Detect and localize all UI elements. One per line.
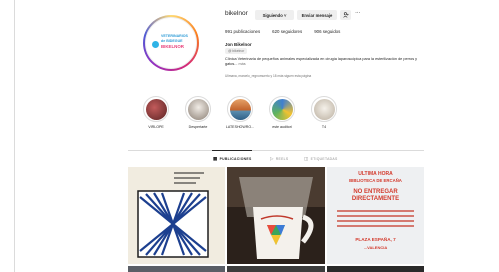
tab-reels-label: REELS bbox=[275, 157, 289, 161]
highlight-label: VIRLOPE bbox=[148, 125, 164, 129]
highlight-cover bbox=[187, 98, 209, 120]
more-options-icon[interactable]: ··· bbox=[355, 10, 360, 16]
highlight-circle bbox=[143, 96, 169, 122]
post-image bbox=[128, 167, 225, 264]
highlight-cover bbox=[229, 98, 251, 120]
tab-reels[interactable]: ▷ REELS bbox=[270, 156, 288, 162]
post-text-line: ULTIMA HORA bbox=[358, 171, 393, 177]
highlight-item[interactable]: VIRLOPE bbox=[141, 96, 171, 129]
post-text-line: NO ENTREGAR bbox=[353, 189, 398, 195]
post-text-line: DIRECTAMENTE bbox=[351, 196, 400, 202]
post-tile[interactable] bbox=[128, 167, 225, 264]
highlight-label: Despertarte bbox=[188, 125, 208, 129]
profile-stats: 991 publicaciones 620 seguidores 906 seg… bbox=[225, 29, 340, 34]
followers-count[interactable]: 620 seguidores bbox=[272, 29, 302, 34]
following-button[interactable]: Siguiendo ˅ bbox=[255, 10, 294, 20]
highlight-item[interactable]: T4 bbox=[309, 96, 339, 129]
threads-badge[interactable]: @ bikelnor bbox=[225, 48, 248, 54]
highlight-item[interactable]: este auditori bbox=[267, 96, 297, 129]
tagged-icon: ◫ bbox=[304, 156, 309, 161]
logo-mark-icon bbox=[152, 41, 159, 48]
highlight-circle bbox=[269, 96, 295, 122]
profile-username: bikelnor bbox=[225, 10, 248, 17]
post-tile[interactable] bbox=[327, 266, 424, 272]
post-text-line: PLAZA ESPAÑA, 7 bbox=[355, 237, 396, 242]
highlight-label: LATESHOWRO... bbox=[225, 125, 255, 129]
send-message-button[interactable]: Enviar mensaje bbox=[297, 10, 337, 20]
highlight-label: T4 bbox=[321, 125, 327, 129]
followed-by-text[interactable]: Ulimana, marcelo_regnomuerto y 18 más si… bbox=[225, 74, 311, 78]
tab-tagged-label: ETIQUETADAS bbox=[310, 157, 338, 161]
highlight-cover bbox=[271, 98, 293, 120]
grid-icon: ▦ bbox=[213, 156, 218, 161]
highlight-circle bbox=[311, 96, 337, 122]
tab-tagged[interactable]: ◫ ETIQUETADAS bbox=[304, 156, 338, 162]
highlight-circle bbox=[185, 96, 211, 122]
tab-posts[interactable]: ▦ PUBLICACIONES bbox=[213, 156, 252, 162]
post-text-line: ...VALENCIA bbox=[363, 245, 388, 250]
highlight-cover bbox=[313, 98, 335, 120]
bio-description: Clínica Veterinaria de pequeños animales… bbox=[225, 57, 425, 67]
threads-badge-label: @ bikelnor bbox=[228, 49, 245, 53]
bio-more-link[interactable]: más bbox=[239, 62, 246, 66]
highlight-circle bbox=[227, 96, 253, 122]
post-text-line: BIBLIOTECA DE ERCAÑA bbox=[349, 178, 402, 183]
bio-description-text: Clínica Veterinaria de pequeños animales… bbox=[225, 57, 418, 66]
post-tile[interactable]: ULTIMA HORA BIBLIOTECA DE ERCAÑA NO ENTR… bbox=[327, 167, 424, 264]
tabs-divider bbox=[128, 150, 424, 151]
profile-page: VETERINARIOS de BIDEGUE BIKELNOR bikelno… bbox=[0, 0, 499, 272]
reels-icon: ▷ bbox=[270, 156, 274, 161]
avatar-image: VETERINARIOS de BIDEGUE BIKELNOR bbox=[145, 17, 197, 69]
bio-name: Jon Bikelnor bbox=[225, 42, 252, 47]
following-count[interactable]: 906 seguidos bbox=[314, 29, 340, 34]
highlight-cover bbox=[145, 98, 167, 120]
post-image bbox=[227, 167, 325, 264]
logo-text-line3: BIKELNOR bbox=[161, 44, 184, 49]
tab-posts-label: PUBLICACIONES bbox=[219, 157, 252, 161]
add-person-icon[interactable] bbox=[340, 10, 351, 20]
profile-avatar[interactable]: VETERINARIOS de BIDEGUE BIKELNOR bbox=[143, 15, 199, 71]
highlight-label: este auditori bbox=[272, 125, 292, 129]
post-tile[interactable] bbox=[128, 266, 225, 272]
highlight-item[interactable]: Despertarte bbox=[183, 96, 213, 129]
active-tab-indicator bbox=[212, 150, 252, 151]
post-tile[interactable] bbox=[227, 167, 325, 264]
post-body-text bbox=[337, 207, 414, 233]
highlight-item[interactable]: LATESHOWRO... bbox=[225, 96, 255, 129]
post-tile[interactable] bbox=[227, 266, 325, 272]
posts-count: 991 publicaciones bbox=[225, 29, 261, 34]
